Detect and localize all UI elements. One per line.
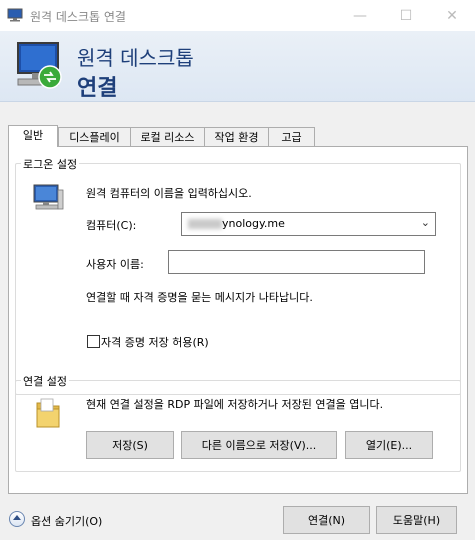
header-banner: 원격 데스크톱 연결: [0, 31, 475, 102]
tab-local-resources[interactable]: 로컬 리소스: [130, 127, 205, 147]
help-button[interactable]: 도움말(H): [376, 506, 457, 534]
username-label: 사용자 이름:: [86, 258, 144, 271]
connection-settings-title: 연결 설정: [21, 373, 69, 389]
collapse-options-icon[interactable]: [9, 511, 25, 527]
maximize-button[interactable]: ☐: [383, 0, 429, 31]
connection-description: 현재 연결 설정을 RDP 파일에 저장하거나 저장된 연결을 엽니다.: [86, 398, 384, 411]
login-settings-group: 로그온 설정 원격 컴퓨터의 이름을 입력하십시오. 컴퓨터(C): ynolo…: [15, 156, 461, 395]
hide-options-link[interactable]: 옵션 숨기기(O): [31, 513, 102, 529]
header-title: 원격 데스크톱: [77, 46, 194, 70]
open-button[interactable]: 열기(E)...: [345, 431, 433, 459]
credential-note: 연결할 때 자격 증명을 묻는 메시지가 나타납니다.: [86, 291, 313, 304]
tab-panel-general: 로그온 설정 원격 컴퓨터의 이름을 입력하십시오. 컴퓨터(C): ynolo…: [8, 146, 468, 494]
header-subtitle: 연결: [77, 76, 118, 101]
tab-display[interactable]: 디스플레이: [58, 127, 131, 147]
computer-value: ynology.me: [222, 217, 285, 230]
login-settings-title: 로그온 설정: [21, 156, 80, 172]
save-credentials-checkbox[interactable]: [87, 335, 100, 348]
save-button[interactable]: 저장(S): [86, 431, 174, 459]
minimize-button[interactable]: —: [337, 0, 383, 31]
chevron-down-icon[interactable]: ⌄: [421, 216, 430, 229]
save-credentials-label[interactable]: 자격 증명 저장 허용(R): [101, 334, 209, 350]
computer-icon: [33, 184, 64, 210]
username-input[interactable]: [168, 250, 425, 274]
connect-button[interactable]: 연결(N): [283, 506, 370, 534]
tab-advanced[interactable]: 고급: [268, 127, 315, 147]
folder-icon: [36, 398, 60, 428]
save-as-button[interactable]: 다른 이름으로 저장(V)...: [181, 431, 337, 459]
window-title: 원격 데스크톱 연결: [30, 10, 126, 24]
instruction-text: 원격 컴퓨터의 이름을 입력하십시오.: [86, 187, 252, 200]
computer-label: 컴퓨터(C):: [86, 219, 137, 232]
title-bar: 원격 데스크톱 연결 — ☐ ✕: [0, 0, 475, 31]
redacted-text: [188, 219, 222, 229]
tab-general[interactable]: 일반: [8, 125, 58, 147]
close-button[interactable]: ✕: [429, 0, 475, 31]
connection-settings-group: 연결 설정 현재 연결 설정을 RDP 파일에 저장하거나 저장된 연결을 엽니…: [15, 373, 461, 472]
tab-experience[interactable]: 작업 환경: [204, 127, 269, 147]
remote-desktop-icon: [7, 8, 23, 22]
computer-combobox[interactable]: ynology.me ⌄: [181, 212, 436, 236]
remote-desktop-icon: [17, 42, 62, 89]
